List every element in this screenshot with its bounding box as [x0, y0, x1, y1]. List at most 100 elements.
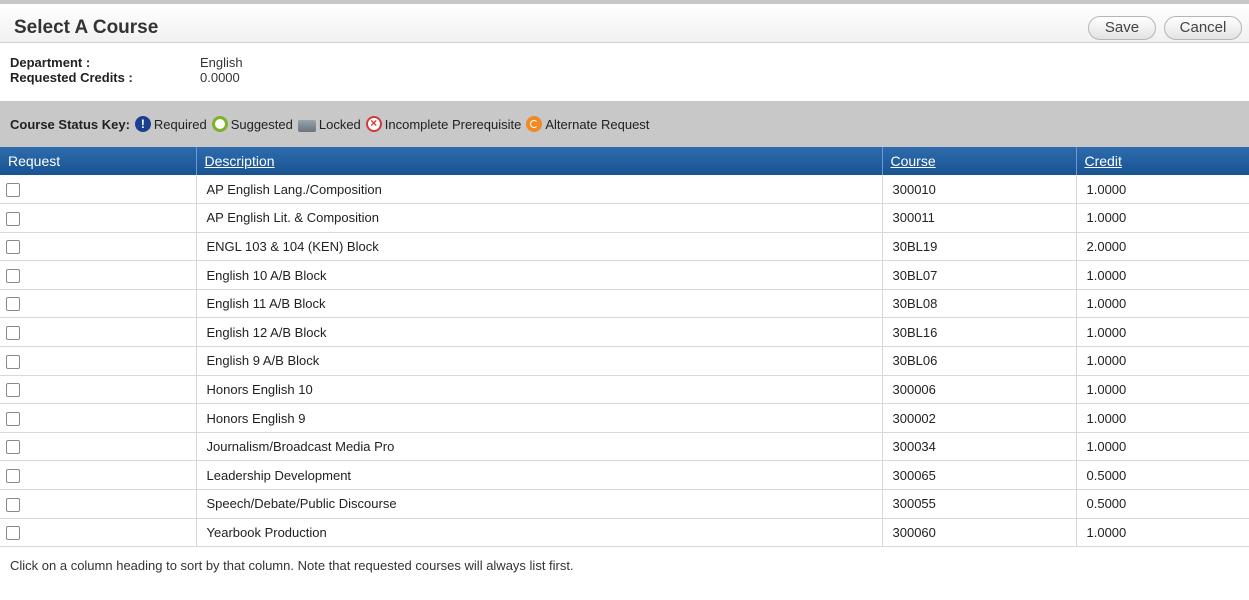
request-checkbox[interactable]: [6, 240, 20, 255]
credit-cell: 1.0000: [1086, 381, 1127, 397]
credit-cell: 2.0000: [1086, 238, 1127, 254]
request-cell: [0, 289, 197, 318]
request-checkbox[interactable]: [6, 326, 20, 341]
table-row: Honors English 10 300006 1.0000: [0, 375, 1249, 404]
course-cell: 30BL07: [882, 260, 1077, 290]
table-row: ENGL 103 & 104 (KEN) Block 30BL19 2.0000: [0, 232, 1249, 261]
status-key-label: Incomplete Prerequisite: [384, 116, 522, 132]
status-key-incomplete-prerequisite: × Incomplete Prerequisite: [365, 116, 522, 132]
table-row: AP English Lit. & Composition 300011 1.000…: [0, 203, 1249, 233]
description-cell: Journalism/Broadcast Media Pro: [196, 432, 883, 461]
credit-cell: 1.0000: [1086, 296, 1127, 312]
course-cell: 30BL08: [882, 289, 1077, 318]
sort-course-link[interactable]: Course: [891, 153, 936, 169]
table-row: Speech/Debate/Public Discourse 300055 0.50…: [0, 489, 1249, 519]
request-checkbox[interactable]: [6, 354, 20, 369]
column-header-description[interactable]: Description: [196, 147, 883, 175]
column-header-request: Request: [0, 147, 197, 175]
status-key-label: Required: [153, 116, 207, 132]
table-header-row: Request Description Course Credit: [0, 147, 1249, 175]
credit-cell: 1.0000: [1086, 210, 1127, 226]
request-checkbox[interactable]: [6, 411, 20, 426]
request-checkbox[interactable]: [6, 469, 20, 484]
table-row: English 11 A/B Block 30BL08 1.0000: [0, 289, 1249, 318]
cancel-button[interactable]: Cancel: [1164, 16, 1242, 40]
department-value: English: [200, 55, 243, 70]
table-row: Journalism/Broadcast Media Pro 300034 1.00…: [0, 432, 1249, 461]
column-header-credit[interactable]: Credit: [1076, 147, 1249, 175]
description-cell: Speech/Debate/Public Discourse: [196, 489, 883, 519]
status-key-suggested: Suggested: [211, 116, 293, 132]
sort-hint: Click on a column heading to sort by tha…: [10, 558, 574, 573]
save-button[interactable]: Save: [1088, 16, 1156, 40]
request-cell: [0, 175, 197, 204]
description-cell: English 9 A/B Block: [196, 346, 883, 376]
credit-cell: 1.0000: [1086, 524, 1127, 540]
department-label: Department :: [10, 55, 91, 70]
required-icon: !: [134, 116, 151, 132]
request-cell: [0, 232, 197, 261]
course-cell: 300011: [882, 203, 1077, 233]
table-row: Honors English 9 300002 1.0000: [0, 403, 1249, 433]
description-cell: AP English Lang./Composition: [196, 175, 883, 204]
credit-cell: 0.5000: [1086, 496, 1127, 512]
request-checkbox[interactable]: [6, 497, 20, 512]
course-cell: 300055: [882, 489, 1077, 519]
status-key-label: Suggested: [230, 116, 293, 132]
status-key-locked: Locked: [297, 116, 361, 132]
course-cell: 300060: [882, 518, 1077, 547]
credit-cell: 1.0000: [1086, 267, 1127, 283]
status-key-alternate-request: Alternate Request: [526, 116, 649, 132]
course-rows: AP English Lang./Composition 300010 1.0000…: [0, 175, 1249, 547]
course-cell: 300010: [882, 175, 1077, 204]
locked-icon: [297, 119, 316, 132]
request-cell: [0, 460, 197, 490]
description-cell: Leadership Development: [196, 460, 883, 490]
credit-cell: 1.0000: [1086, 324, 1127, 340]
description-cell: ENGL 103 & 104 (KEN) Block: [196, 232, 883, 261]
sort-description-link[interactable]: Description: [205, 153, 275, 169]
request-checkbox[interactable]: [6, 182, 20, 197]
request-cell: [0, 260, 197, 290]
incomplete-prerequisite-icon: ×: [365, 116, 382, 132]
request-checkbox[interactable]: [6, 211, 20, 226]
column-header-course[interactable]: Course: [882, 147, 1077, 175]
course-cell: 300034: [882, 432, 1077, 461]
request-cell: [0, 317, 197, 347]
table-row: Yearbook Production 300060 1.0000: [0, 518, 1249, 547]
request-checkbox[interactable]: [6, 440, 20, 455]
course-status-key: Course Status Key: ! Required Suggested …: [0, 101, 1249, 147]
table-row: Leadership Development 300065 0.5000: [0, 460, 1249, 490]
requested-credits-label: Requested Credits :: [10, 70, 133, 85]
suggested-icon: [211, 116, 228, 132]
table-row: English 10 A/B Block 30BL07 1.0000: [0, 260, 1249, 290]
course-info: Department : English Requested Credits :…: [10, 55, 243, 85]
course-cell: 30BL19: [882, 232, 1077, 261]
status-key-label: Locked: [318, 116, 361, 132]
request-checkbox[interactable]: [6, 526, 20, 541]
page-title: Select A Course: [14, 17, 159, 38]
description-cell: Honors English 10: [196, 375, 883, 404]
course-cell: 30BL06: [882, 346, 1077, 376]
description-cell: AP English Lit. & Composition: [196, 203, 883, 233]
credit-cell: 1.0000: [1086, 181, 1127, 197]
table-row: AP English Lang./Composition 300010 1.0000: [0, 175, 1249, 204]
table-row: English 9 A/B Block 30BL06 1.0000: [0, 346, 1249, 376]
course-table: Request Description Course Credit AP Eng…: [0, 147, 1249, 547]
status-key-label: Alternate Request: [545, 116, 650, 132]
credit-cell: 1.0000: [1086, 353, 1127, 369]
requested-credits-value: 0.0000: [200, 70, 240, 85]
description-cell: Honors English 9: [196, 403, 883, 433]
request-cell: [0, 346, 197, 376]
sort-credit-link[interactable]: Credit: [1085, 153, 1122, 169]
request-cell: [0, 375, 197, 404]
request-checkbox[interactable]: [6, 383, 20, 398]
request-cell: [0, 432, 197, 461]
course-cell: 300002: [882, 403, 1077, 433]
request-checkbox[interactable]: [6, 268, 20, 283]
description-cell: English 10 A/B Block: [196, 260, 883, 290]
request-checkbox[interactable]: [6, 297, 20, 312]
credit-cell: 0.5000: [1086, 467, 1127, 483]
course-cell: 300006: [882, 375, 1077, 404]
header-bar: Select A Course Save Cancel: [0, 4, 1249, 43]
